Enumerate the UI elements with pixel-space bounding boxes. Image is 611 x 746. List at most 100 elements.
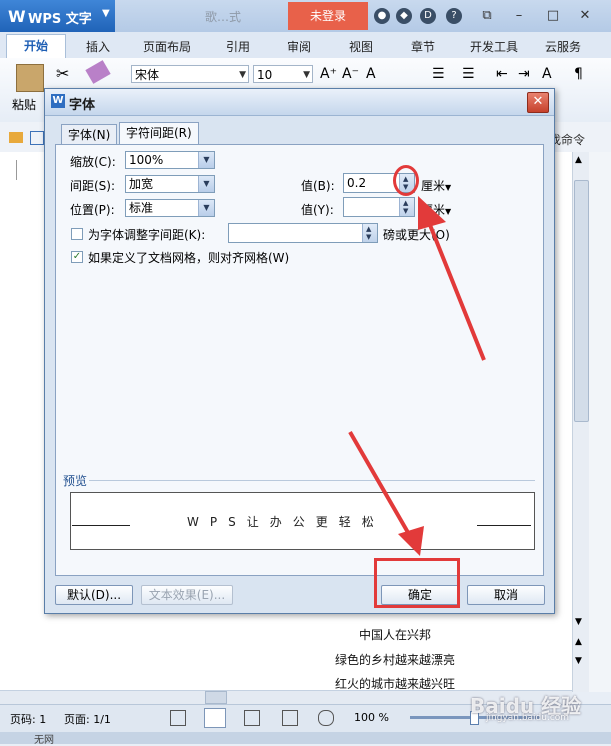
- vertical-scroll-thumb[interactable]: [574, 180, 589, 422]
- page-count: 页面: 1/1: [64, 713, 111, 726]
- zoom-level[interactable]: 100 %: [354, 711, 389, 724]
- spin-down-icon[interactable]: ▼: [366, 233, 371, 241]
- document-title: 歌…式: [205, 10, 242, 24]
- document-line: 绿色的乡村越来越漂亮: [334, 653, 455, 667]
- snap-to-grid-checkbox[interactable]: ✓: [71, 251, 83, 263]
- decrease-indent-icon[interactable]: ⇤: [496, 66, 508, 82]
- position-amount-spinner[interactable]: ▲ ▼: [343, 197, 415, 217]
- reading-mode-icon[interactable]: [318, 710, 334, 726]
- chevron-down-icon: ▼: [445, 183, 452, 192]
- page-up-icon[interactable]: ▲: [575, 637, 582, 647]
- text-effect-button: 文本效果(E)...: [141, 585, 233, 605]
- paragraph-icon[interactable]: ¶: [574, 66, 583, 82]
- position-value: 标准: [129, 201, 154, 215]
- scale-label: 缩放(C):: [70, 155, 116, 169]
- spacing-amount-label: 值(B):: [301, 179, 335, 193]
- spacing-unit: 厘米: [421, 179, 446, 193]
- chevron-down-icon: ▼: [198, 152, 214, 168]
- paste-icon[interactable]: [16, 64, 44, 92]
- tab-cloud[interactable]: 云服务: [545, 38, 581, 55]
- dialog-title-bar[interactable]: W 字体: [45, 89, 554, 116]
- dialog-close-button[interactable]: ✕: [527, 92, 549, 113]
- wps-app-menu-button[interactable]: W WPS 文字 ▼: [0, 0, 115, 32]
- tab-page-layout[interactable]: 页面布局: [143, 38, 191, 55]
- minimize-button[interactable]: –: [508, 6, 530, 26]
- tab-review[interactable]: 审阅: [287, 38, 311, 55]
- paste-label[interactable]: 粘贴: [12, 96, 36, 113]
- spin-down-icon[interactable]: ▼: [403, 207, 408, 215]
- increase-indent-icon[interactable]: ⇥: [518, 66, 530, 82]
- web-view-icon[interactable]: [282, 710, 298, 726]
- restore-view-icon[interactable]: ⧉: [476, 6, 498, 26]
- chevron-down-icon: ▼: [303, 70, 310, 80]
- skin-icon[interactable]: ●: [374, 8, 390, 24]
- kerning-label: 为字体调整字间距(K):: [88, 228, 206, 242]
- text-style-icon[interactable]: A: [542, 66, 552, 82]
- cancel-button[interactable]: 取消: [467, 585, 545, 605]
- chevron-down-icon: ▼: [198, 200, 214, 216]
- open-folder-icon[interactable]: [9, 132, 23, 143]
- position-unit-select[interactable]: 厘米▼: [421, 201, 451, 218]
- save-icon[interactable]: [30, 131, 44, 145]
- default-button[interactable]: 默认(D)...: [55, 585, 133, 605]
- side-panel-strip: [589, 152, 611, 692]
- spinner-buttons[interactable]: ▲ ▼: [399, 198, 414, 216]
- highlight-box: [374, 558, 460, 608]
- full-screen-icon[interactable]: [170, 710, 186, 726]
- horizontal-scroll-thumb[interactable]: [205, 691, 227, 704]
- spacing-unit-select[interactable]: 厘米▼: [421, 177, 451, 194]
- scale-select[interactable]: 100% ▼: [125, 151, 215, 169]
- clear-format-icon[interactable]: A: [366, 66, 376, 82]
- margin-marker: [16, 160, 17, 180]
- spacing-value: 加宽: [129, 177, 154, 191]
- chevron-down-icon: ▼: [239, 70, 246, 80]
- chevron-down-icon: ▼: [102, 8, 110, 19]
- scroll-up-icon[interactable]: ▲: [575, 155, 582, 165]
- page-down-icon[interactable]: ▼: [575, 656, 582, 666]
- tab-references[interactable]: 引用: [226, 38, 250, 55]
- cut-icon[interactable]: ✂: [56, 64, 69, 83]
- font-name-select[interactable]: 宋体 ▼: [131, 65, 249, 83]
- wps-logo-icon: W: [8, 7, 26, 26]
- shrink-font-icon[interactable]: A⁻: [342, 66, 359, 82]
- tab-view[interactable]: 视图: [349, 38, 373, 55]
- font-name-value: 宋体: [135, 68, 160, 82]
- help-icon[interactable]: ?: [446, 8, 462, 24]
- tab-sections[interactable]: 章节: [411, 38, 435, 55]
- tab-character-spacing[interactable]: 字符间距(R): [119, 122, 199, 145]
- numbered-list-icon[interactable]: ☰: [462, 66, 475, 82]
- bullet-list-icon[interactable]: ☰: [432, 66, 445, 82]
- spacing-label: 间距(S):: [70, 179, 116, 193]
- tab-home[interactable]: 开始: [6, 34, 66, 59]
- chevron-down-icon: ▼: [445, 207, 452, 216]
- preview-label: 预览: [63, 474, 88, 488]
- tab-developer[interactable]: 开发工具: [470, 38, 518, 55]
- preview-divider: [89, 480, 535, 481]
- outline-view-icon[interactable]: [244, 710, 260, 726]
- kerning-spinner[interactable]: ▲ ▼: [228, 223, 378, 243]
- wps-logo-icon: W: [51, 94, 65, 108]
- tab-insert[interactable]: 插入: [86, 38, 110, 55]
- document-line: 中国人在兴邦: [358, 628, 431, 642]
- scroll-down-icon[interactable]: ▼: [575, 617, 582, 627]
- close-button[interactable]: ✕: [574, 6, 596, 26]
- font-size-select[interactable]: 10 ▼: [253, 65, 313, 83]
- grow-font-icon[interactable]: A⁺: [320, 66, 337, 82]
- spin-up-icon[interactable]: ▲: [403, 199, 408, 207]
- baidu-watermark-url: jingyan.baidu.com: [486, 713, 570, 723]
- page-number: 页码: 1: [10, 713, 47, 726]
- font-size-value: 10: [257, 68, 273, 82]
- settings-icon[interactable]: ◆: [396, 8, 412, 24]
- position-label: 位置(P):: [70, 203, 115, 217]
- login-button[interactable]: 未登录: [288, 2, 368, 30]
- maximize-button[interactable]: □: [542, 6, 564, 26]
- tab-font[interactable]: 字体(N): [61, 124, 118, 145]
- spacing-select[interactable]: 加宽 ▼: [125, 175, 215, 193]
- page-view-icon[interactable]: [204, 708, 226, 728]
- position-select[interactable]: 标准 ▼: [125, 199, 215, 217]
- spacing-amount-value: 0.2: [347, 176, 367, 190]
- share-icon[interactable]: D: [420, 8, 436, 24]
- spinner-buttons[interactable]: ▲ ▼: [362, 224, 377, 242]
- kerning-checkbox[interactable]: [71, 228, 83, 240]
- spin-up-icon[interactable]: ▲: [366, 225, 371, 233]
